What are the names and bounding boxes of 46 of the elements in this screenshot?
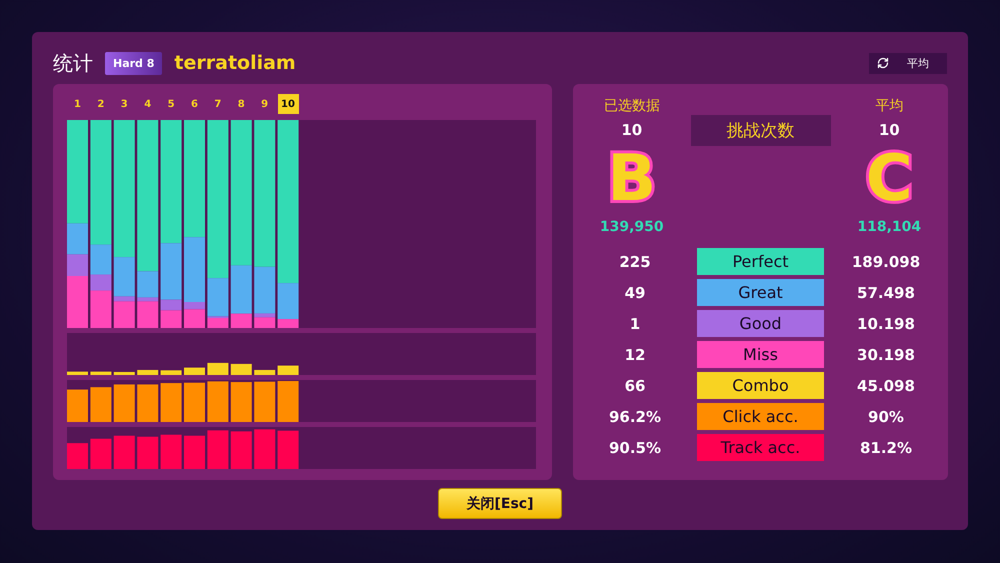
score-value: 139,950: [600, 219, 664, 235]
score-value: 118,104: [857, 219, 922, 235]
stat-label: Great: [697, 279, 824, 306]
stat-label: Combo: [697, 372, 824, 399]
stat-label: Track acc.: [697, 434, 824, 461]
attempt-count: 10: [878, 121, 900, 139]
dialog-title: 统计: [53, 50, 93, 76]
stat-value: 90%: [868, 408, 904, 426]
attempt-tab[interactable]: 8: [230, 94, 252, 114]
stat-value: 225: [619, 252, 651, 270]
stat-value: 10.198: [857, 314, 915, 332]
average-toggle-button[interactable]: 平均: [869, 52, 947, 74]
song-title: terratoliam: [174, 52, 296, 74]
stat-value: 49: [624, 284, 646, 302]
attempt-tab[interactable]: 1: [67, 94, 88, 114]
stat-value: 1: [630, 314, 640, 332]
attempt-tab[interactable]: 10: [278, 94, 299, 114]
stat-value: 81.2%: [860, 438, 912, 456]
stat-value: 189.098: [852, 252, 920, 270]
stat-label: Good: [697, 310, 824, 337]
column-heading: 已选数据: [604, 97, 660, 115]
column-heading: 平均: [875, 97, 904, 115]
stat-value: 57.498: [857, 284, 915, 302]
stat-value: 12: [624, 346, 646, 364]
attempt-tab[interactable]: 9: [254, 94, 276, 114]
stat-value: 90.5%: [608, 438, 662, 456]
center-label: 挑战次数: [690, 114, 830, 146]
attempt-tab[interactable]: 2: [90, 94, 112, 114]
attempt-tab[interactable]: 3: [114, 94, 135, 114]
stat-label: Perfect: [697, 248, 824, 275]
grade-letter: B: [607, 147, 656, 211]
attempt-tab[interactable]: 7: [207, 94, 228, 114]
attempt-tab[interactable]: 5: [160, 94, 182, 114]
stat-value: 96.2%: [608, 408, 662, 426]
grade-letter: C: [866, 147, 913, 211]
stat-label: Miss: [697, 341, 824, 368]
attempt-count: 10: [621, 121, 642, 139]
stat-label: Click acc.: [697, 403, 824, 430]
close-button[interactable]: 关闭[Esc]: [438, 488, 562, 519]
stat-value: 45.098: [857, 376, 915, 394]
attempt-tab[interactable]: 6: [184, 94, 205, 114]
difficulty-badge: Hard 8: [105, 52, 162, 74]
stat-value: 66: [624, 376, 646, 394]
attempt-tab[interactable]: 4: [137, 94, 158, 114]
refresh-icon: [877, 57, 889, 69]
stat-value: 30.198: [857, 346, 915, 364]
